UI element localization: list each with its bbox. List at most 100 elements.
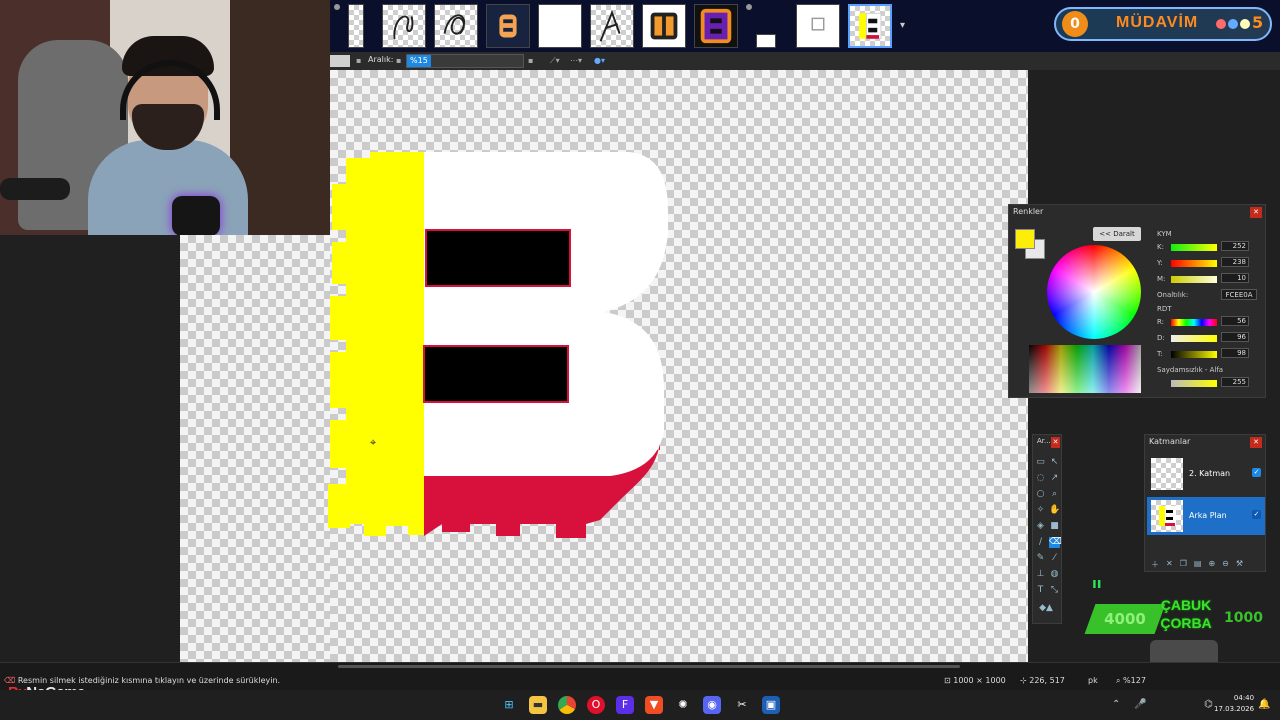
notification-icon[interactable]: 🔔 — [1258, 699, 1270, 710]
hue-value[interactable]: 56 — [1221, 316, 1249, 326]
layer-item[interactable]: 2. Katman ✓ — [1147, 455, 1265, 493]
chrome-icon[interactable] — [558, 696, 576, 714]
viewer-badge: 0 MÜDAVİM 5 — [1054, 7, 1272, 41]
taskbar-clock[interactable]: 04:40 17.03.2026 — [1214, 693, 1254, 715]
canvas-tab-9[interactable] — [756, 34, 776, 48]
rectangle-select-icon[interactable]: ▭ — [1035, 457, 1046, 468]
recolor-icon[interactable]: ◍ — [1049, 569, 1060, 580]
text-icon[interactable]: T — [1035, 585, 1046, 596]
saturation-slider[interactable] — [1171, 335, 1217, 342]
shapes-icon[interactable]: ◆▲ — [1035, 603, 1057, 614]
brush-icon[interactable]: ∕ — [1035, 537, 1046, 548]
tray-chevron-icon[interactable]: ⌃ — [1112, 699, 1120, 710]
canvas-tab-8[interactable] — [694, 4, 738, 48]
tool-options-bar: ▪ Aralık: ▪ %15 ▪ ⟋▾ ⋯▾ ●▾ — [330, 52, 1280, 70]
cursor-position-text: 226, 517 — [1029, 676, 1065, 685]
unit-selector[interactable]: pk — [1088, 676, 1098, 685]
hue-slider[interactable] — [1171, 319, 1217, 326]
eraser-cursor-icon: ⌖ — [370, 436, 377, 449]
collapse-button[interactable]: << Daralt — [1093, 227, 1141, 241]
move-selection-icon[interactable]: ↗ — [1049, 473, 1060, 484]
move-layer-down-icon[interactable]: ⊖ — [1222, 559, 1229, 570]
horizontal-scrollbar[interactable] — [338, 665, 960, 668]
layer-thumbnail — [1151, 458, 1183, 490]
blend-mode-icon[interactable]: ⋯▾ — [570, 56, 582, 65]
tab-list-dropdown-icon[interactable]: ▾ — [900, 20, 905, 31]
saturation-value[interactable]: 96 — [1221, 332, 1249, 342]
layer-item-selected[interactable]: Arka Plan ✓ — [1147, 497, 1265, 535]
app-f-icon[interactable]: F — [616, 696, 634, 714]
layer-properties-icon[interactable]: ⚒ — [1236, 559, 1243, 570]
blue-slider[interactable] — [1171, 276, 1217, 283]
add-layer-icon[interactable]: ＋ — [1151, 559, 1159, 570]
blue-value[interactable]: 10 — [1221, 273, 1249, 283]
windows-start-icon[interactable]: ⊞ — [500, 696, 518, 714]
value-value[interactable]: 98 — [1221, 348, 1249, 358]
logo-slot-bottom — [423, 345, 569, 403]
ellipse-select-icon[interactable]: ○ — [1035, 489, 1046, 500]
dropdown-icon[interactable]: ▪ — [356, 56, 361, 65]
chatgpt-icon[interactable]: ✺ — [674, 696, 692, 714]
mic-tray-icon[interactable]: 🎤 — [1134, 699, 1146, 710]
layer-visibility-checkbox[interactable]: ✓ — [1252, 510, 1261, 519]
delete-layer-icon[interactable]: ✕ — [1166, 559, 1173, 570]
brave-icon[interactable]: ▼ — [645, 696, 663, 714]
color-picker-icon[interactable]: ⁄ — [1049, 553, 1060, 564]
lasso-icon[interactable]: ◌ — [1035, 473, 1046, 484]
dropdown-icon[interactable]: ▪ — [528, 56, 533, 65]
primary-color-swatch[interactable] — [1015, 229, 1035, 249]
line-icon[interactable]: ⤡ — [1049, 585, 1060, 596]
file-explorer-icon[interactable]: ▬ — [529, 696, 547, 714]
canvas-tab-10[interactable] — [796, 4, 840, 48]
eraser-icon[interactable]: ⌫ — [1049, 537, 1062, 548]
green-value[interactable]: 238 — [1221, 257, 1249, 267]
mode-icon[interactable]: ●▾ — [594, 56, 605, 65]
tab-close-dot[interactable] — [334, 4, 340, 10]
canvas-tab-4[interactable] — [486, 4, 530, 48]
canvas-tab-3[interactable] — [434, 4, 478, 48]
gradient-icon[interactable]: ■ — [1049, 521, 1060, 532]
dropdown-icon[interactable]: ▪ — [396, 56, 401, 65]
close-icon[interactable]: ✕ — [1051, 437, 1060, 448]
opera-icon[interactable]: O — [587, 696, 605, 714]
close-icon[interactable]: ✕ — [1250, 207, 1262, 218]
range-slider[interactable]: %15 — [406, 54, 524, 68]
alpha-value[interactable]: 255 — [1221, 377, 1249, 387]
image-canvas-left[interactable] — [180, 235, 330, 662]
magic-wand-icon[interactable]: ✧ — [1035, 505, 1046, 516]
antialias-icon[interactable]: ⟋▾ — [550, 56, 560, 66]
merge-layer-icon[interactable]: ▤ — [1194, 559, 1202, 570]
value-slider[interactable] — [1171, 351, 1217, 358]
close-icon[interactable]: ✕ — [1250, 437, 1262, 448]
clone-stamp-icon[interactable]: ⊥ — [1035, 569, 1046, 580]
snipping-tool-icon[interactable]: ✂ — [733, 696, 751, 714]
duplicate-layer-icon[interactable]: ❐ — [1180, 559, 1187, 570]
pencil-icon[interactable]: ✎ — [1035, 553, 1046, 564]
tab-close-dot[interactable] — [746, 4, 752, 10]
paint-bucket-icon[interactable]: ◈ — [1035, 521, 1046, 532]
canvas-tab-6[interactable] — [590, 4, 634, 48]
layer-thumbnail — [1151, 500, 1183, 532]
tools-panel-title: Ar... — [1037, 437, 1051, 445]
green-slider[interactable] — [1171, 260, 1217, 267]
hex-input[interactable]: FCEE0A — [1221, 289, 1257, 300]
zoom-icon[interactable]: ⌕ — [1049, 489, 1060, 500]
canvas-tab-5[interactable] — [538, 4, 582, 48]
discord-icon[interactable]: ◉ — [703, 696, 721, 714]
canvas-tab-11[interactable] — [848, 4, 892, 48]
zoom-level[interactable]: ⌕ %127 — [1116, 676, 1146, 686]
network-icon[interactable]: ⌬ — [1204, 699, 1213, 710]
layer-visibility-checkbox[interactable]: ✓ — [1252, 468, 1261, 477]
badge-level: 0 — [1062, 11, 1088, 37]
red-slider[interactable] — [1171, 244, 1217, 251]
alpha-slider[interactable] — [1171, 380, 1217, 387]
canvas-tab-1[interactable] — [348, 4, 364, 48]
pan-icon[interactable]: ✋ — [1049, 505, 1060, 516]
canvas-tab-2[interactable] — [382, 4, 426, 48]
canvas-tab-7[interactable] — [642, 4, 686, 48]
paint-net-icon[interactable]: ▣ — [762, 696, 780, 714]
red-value[interactable]: 252 — [1221, 241, 1249, 251]
move-layer-up-icon[interactable]: ⊕ — [1208, 559, 1215, 570]
color-wheel[interactable] — [1047, 245, 1141, 339]
move-icon[interactable]: ↖ — [1049, 457, 1060, 468]
